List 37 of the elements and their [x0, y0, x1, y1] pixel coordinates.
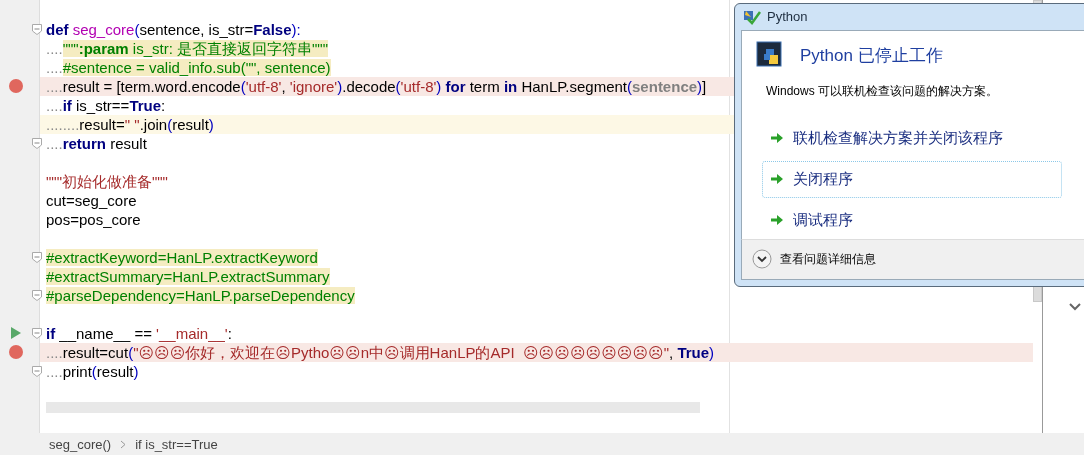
chevron-icon: [120, 439, 127, 449]
arrow-icon: [770, 214, 784, 227]
fold-icon[interactable]: [32, 138, 42, 149]
breadcrumb[interactable]: seg_core(): [49, 436, 112, 452]
code-line: cut=seg_core: [46, 192, 137, 209]
command-link[interactable]: 调试程序: [762, 201, 1062, 239]
code-line: """初始化做准备""": [46, 173, 168, 190]
arrow-icon: [770, 173, 784, 186]
dialog-message: Windows 可以联机检查该问题的解决方案。: [766, 82, 999, 100]
run-icon[interactable]: [11, 327, 21, 339]
dialog-title: Python: [767, 9, 808, 25]
code-line: ........result=" ".join(result): [46, 116, 214, 133]
fold-icon[interactable]: [32, 290, 42, 301]
breakpoint-icon[interactable]: [9, 79, 23, 93]
code-line: pos=pos_core: [46, 211, 141, 228]
app-check-icon: [743, 8, 761, 25]
fold-icon[interactable]: [32, 252, 42, 263]
command-link[interactable]: 联机检查解决方案并关闭该程序: [762, 119, 1062, 157]
code-line: ....return result: [46, 135, 147, 152]
fold-icon[interactable]: [32, 24, 42, 35]
chevron-icon[interactable]: [1069, 303, 1081, 311]
code-line: ....#sentence = valid_info.sub("", sentence): [46, 59, 331, 76]
code-line: def seg_core(sentence, is_str=False):: [46, 21, 301, 38]
code-line: if __name__ == '__main__':: [46, 325, 232, 342]
breadcrumb[interactable]: if is_str==True: [135, 436, 218, 452]
code-line: ....result=cut("☹☹☹你好，欢迎在☹Pytho☹☹n中☹调用HanLP的API ☹☹☹☹☹☹☹☹☹", True): [46, 344, 715, 361]
dialog-heading: Python 已停止工作: [800, 45, 943, 68]
breakpoint-icon[interactable]: [9, 345, 23, 359]
code-line: ....if is_str==True:: [46, 97, 166, 114]
details-toggle[interactable]: 查看问题详细信息: [752, 249, 876, 270]
code-line: ....""":param is_str: 是否直接返回字符串""": [46, 40, 328, 57]
fold-icon[interactable]: [32, 328, 42, 339]
expand-icon: [752, 249, 772, 270]
arrow-icon: [770, 132, 784, 145]
fold-icon[interactable]: [32, 366, 42, 377]
code-line: ....print(result): [46, 363, 139, 380]
code-line: ....result = [term.word.encode('utf-8', 'ignore').decode('utf-8') for term in HanLP.segment(sentence)]: [46, 78, 707, 95]
